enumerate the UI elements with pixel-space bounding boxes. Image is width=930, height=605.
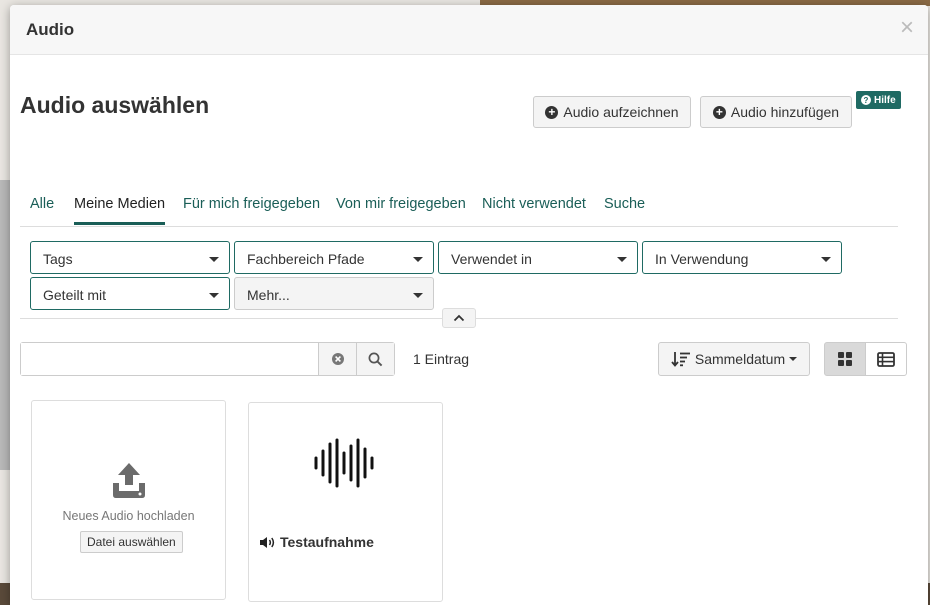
table-list-icon xyxy=(877,351,895,367)
page-title: Audio auswählen xyxy=(20,92,210,118)
caret-down-icon xyxy=(209,257,219,262)
chevron-up-icon xyxy=(453,314,465,322)
media-tabs: Alle Meine Medien Für mich freigegeben V… xyxy=(20,196,898,227)
caret-down-icon xyxy=(821,257,831,262)
help-label: Hilfe xyxy=(874,94,896,106)
caret-down-icon xyxy=(789,357,798,361)
upload-icon xyxy=(113,463,145,498)
clear-search-button[interactable] xyxy=(318,343,356,375)
grid-icon xyxy=(838,352,852,366)
question-icon: ? xyxy=(861,95,871,105)
sort-label: Sammeldatum xyxy=(694,351,786,367)
filter-label: Fachbereich Pfade xyxy=(247,251,365,267)
modal-header: Audio × xyxy=(10,5,928,55)
help-button[interactable]: ? Hilfe xyxy=(856,91,901,109)
sort-dropdown[interactable]: Sammeldatum xyxy=(658,342,810,376)
tab-nicht-verwendet[interactable]: Nicht verwendet xyxy=(482,196,586,225)
tab-alle[interactable]: Alle xyxy=(30,196,54,225)
volume-icon xyxy=(260,536,275,548)
search-button[interactable] xyxy=(356,343,394,375)
filter-label: Tags xyxy=(43,251,73,267)
plus-circle-icon: + xyxy=(712,105,726,119)
add-audio-label: Audio hinzufügen xyxy=(730,104,840,120)
filter-mehr[interactable]: Mehr... xyxy=(234,277,434,310)
collapse-filters-button[interactable] xyxy=(442,308,476,328)
grid-view-button[interactable] xyxy=(824,342,866,376)
list-view-button[interactable] xyxy=(865,342,907,376)
caret-down-icon xyxy=(413,293,423,298)
filter-fachbereich-pfade[interactable]: Fachbereich Pfade xyxy=(234,241,434,274)
search-box xyxy=(20,342,395,376)
result-count: 1 Eintrag xyxy=(413,351,470,367)
filter-label: In Verwendung xyxy=(655,251,749,267)
filter-in-verwendung[interactable]: In Verwendung xyxy=(642,241,842,274)
media-title[interactable]: Testaufnahme xyxy=(259,534,374,550)
upload-card[interactable]: Neues Audio hochladen Datei auswählen xyxy=(31,400,226,600)
choose-file-button[interactable]: Datei auswählen xyxy=(80,531,183,553)
record-audio-button[interactable]: + Audio aufzeichnen xyxy=(533,96,691,128)
tab-suche[interactable]: Suche xyxy=(604,196,645,225)
close-button[interactable]: × xyxy=(900,15,914,41)
filter-label: Mehr... xyxy=(247,287,290,303)
tab-fuer-mich-freigegeben[interactable]: Für mich freigegeben xyxy=(183,196,320,225)
tab-von-mir-freigegeben[interactable]: Von mir freigegeben xyxy=(336,196,466,225)
caret-down-icon xyxy=(617,257,627,262)
media-title-text: Testaufnahme xyxy=(280,534,374,550)
filter-tags[interactable]: Tags xyxy=(30,241,230,274)
search-icon xyxy=(368,352,383,366)
upload-label: Neues Audio hochladen xyxy=(62,509,195,523)
filter-geteilt-mit[interactable]: Geteilt mit xyxy=(30,277,230,310)
filter-label: Geteilt mit xyxy=(43,287,107,303)
sort-amount-down-icon xyxy=(671,352,690,367)
audio-waveform-icon xyxy=(314,438,374,488)
tab-meine-medien[interactable]: Meine Medien xyxy=(74,196,166,225)
caret-down-icon xyxy=(413,257,423,262)
media-card[interactable]: Testaufnahme xyxy=(248,402,443,602)
plus-circle-icon: + xyxy=(545,105,559,119)
record-audio-label: Audio aufzeichnen xyxy=(563,104,679,120)
filter-label: Verwendet in xyxy=(451,251,532,267)
clear-circle-icon xyxy=(331,353,344,365)
modal-title: Audio xyxy=(26,20,75,39)
filter-verwendet-in[interactable]: Verwendet in xyxy=(438,241,638,274)
search-input[interactable] xyxy=(21,343,318,375)
caret-down-icon xyxy=(209,293,219,298)
add-audio-button[interactable]: + Audio hinzufügen xyxy=(700,96,852,128)
